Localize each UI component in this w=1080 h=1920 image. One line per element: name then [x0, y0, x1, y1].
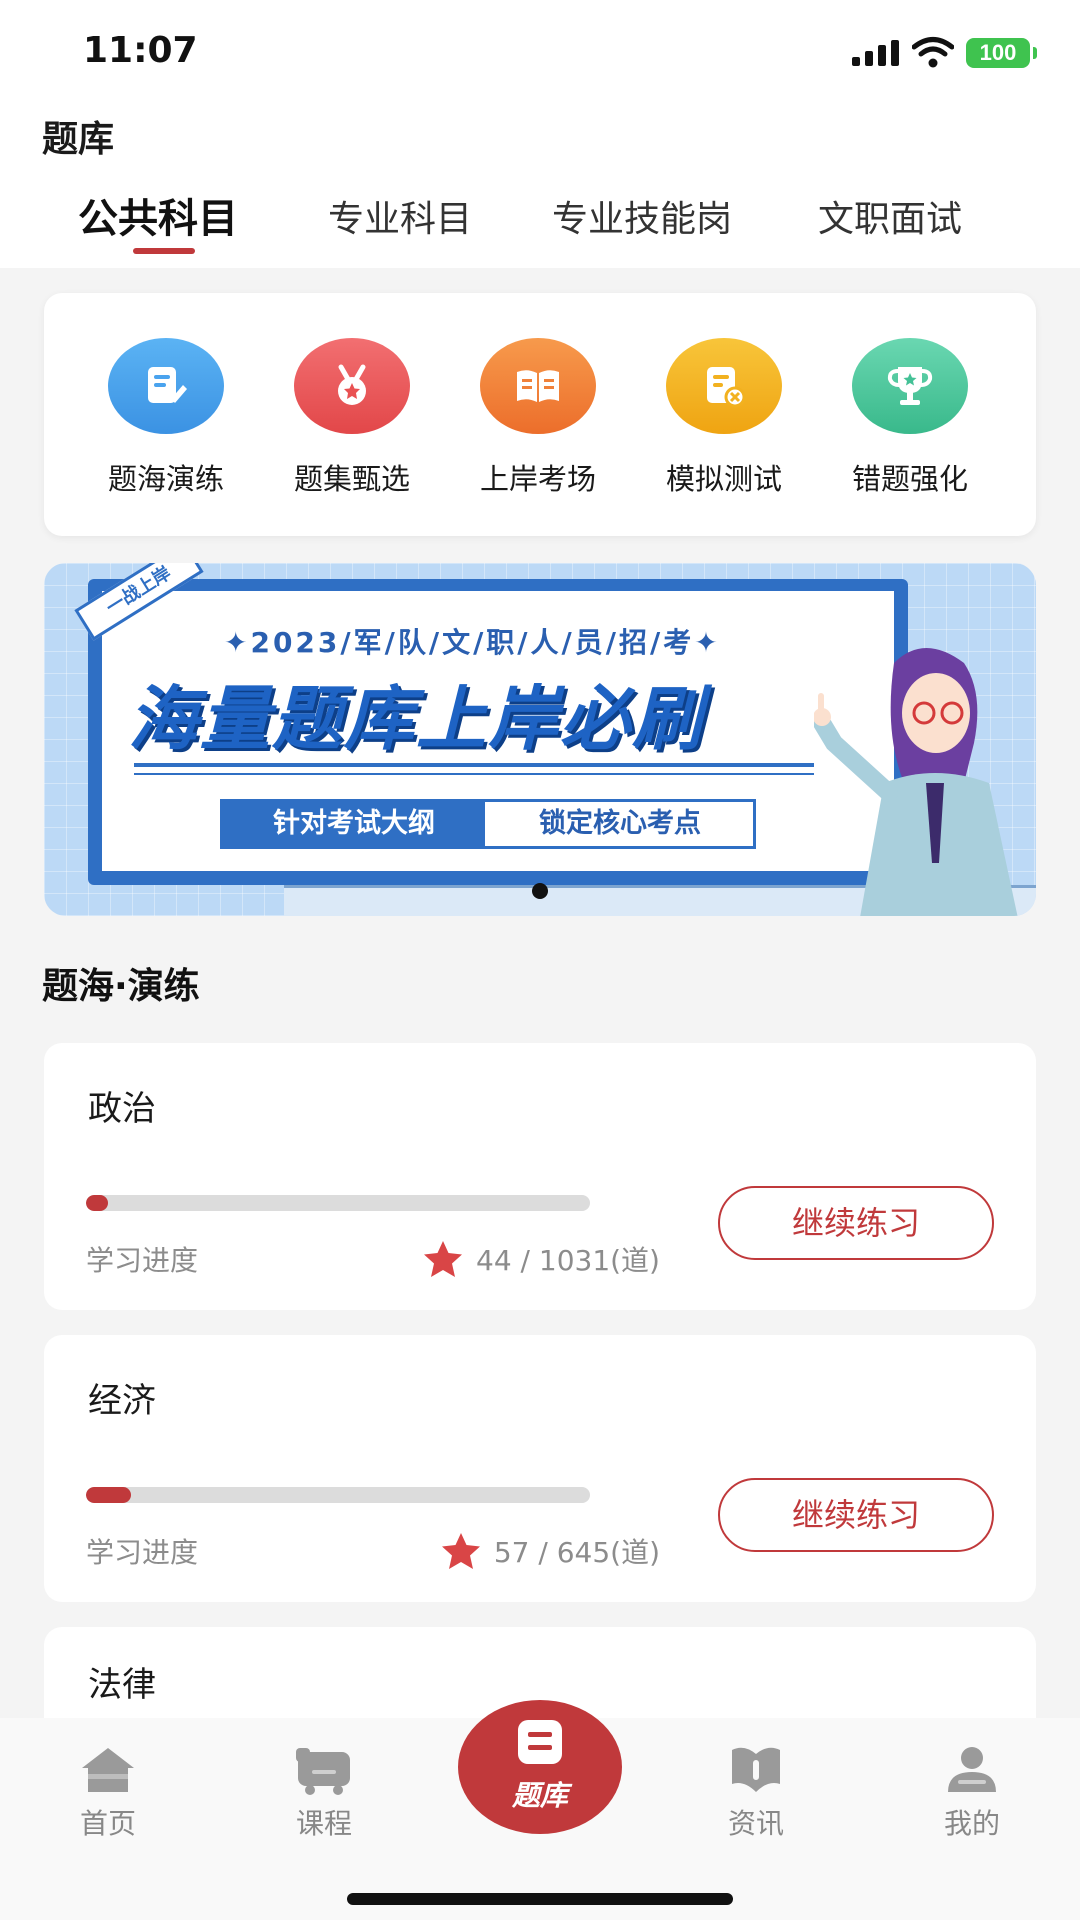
profile-icon — [948, 1747, 996, 1792]
course-icon — [296, 1748, 350, 1795]
nav-news[interactable]: 资讯 — [696, 1744, 816, 1842]
banner-tag: 锁定核心考点 — [539, 808, 701, 839]
battery-tip — [1033, 47, 1037, 59]
progress-label: 学习进度 — [86, 1244, 199, 1277]
open-book-icon — [480, 338, 596, 434]
progress-count-text: 44 / 1031(道) — [476, 1244, 660, 1277]
active-tab-indicator — [133, 248, 195, 254]
continue-practice-button[interactable]: 继续练习 — [718, 1478, 994, 1552]
subject-name: 政治 — [88, 1089, 156, 1129]
banner-tag: 针对考试大纲 — [223, 802, 485, 846]
edit-note-icon — [108, 338, 224, 434]
nav-label: 首页 — [79, 1807, 136, 1840]
progress-bar — [86, 1487, 590, 1503]
feature-card: 题海演练 题集甄选 上岸考场 模拟测试 错题强化 — [44, 293, 1036, 536]
feature-label: 模拟测试 — [665, 462, 782, 496]
page-title: 题库 — [42, 119, 115, 160]
carousel-indicator[interactable] — [532, 883, 548, 899]
feature-label: 题集甄选 — [293, 462, 410, 496]
nav-label: 课程 — [295, 1807, 352, 1840]
nav-profile[interactable]: 我的 — [912, 1744, 1032, 1842]
star-icon — [424, 1241, 463, 1277]
progress-label: 学习进度 — [86, 1536, 199, 1569]
teacher-illustration — [814, 648, 1018, 916]
nav-label: 我的 — [943, 1807, 1000, 1840]
tab-civil-interview[interactable]: 文职面试 — [818, 190, 962, 242]
nav-label: 题库 — [511, 1779, 568, 1812]
feature-question-selection[interactable]: 题集甄选 — [272, 338, 432, 498]
nav-courses[interactable]: 课程 — [264, 1744, 384, 1842]
progress-fill — [86, 1195, 108, 1211]
tab-bar: 公共科目 专业科目 专业技能岗 文职面试 — [0, 190, 1080, 268]
banner-subtitle: ✦2023/军/队/文/职/人/员/招/考✦ — [224, 626, 721, 659]
progress-count: 57 / 645(道) — [440, 1531, 660, 1571]
feature-question-practice[interactable]: 题海演练 — [86, 338, 246, 498]
medal-icon — [294, 338, 410, 434]
subject-card-economics[interactable]: 经济 学习进度 57 / 645(道) 继续练习 — [44, 1335, 1036, 1602]
progress-count-text: 57 / 645(道) — [493, 1536, 660, 1569]
status-time: 11:07 — [83, 30, 198, 71]
nav-question-bank[interactable]: 题库 — [458, 1700, 622, 1834]
banner-divider — [134, 763, 814, 767]
progress-bar — [86, 1195, 590, 1211]
nav-home[interactable]: 首页 — [48, 1744, 168, 1842]
subject-name: 法律 — [88, 1665, 156, 1705]
bottom-nav: 首页 课程 题库 资讯 我的 — [0, 1700, 1080, 1920]
feature-label: 错题强化 — [851, 462, 968, 496]
feature-mock-test[interactable]: 模拟测试 — [644, 338, 804, 498]
banner-tag-box: 针对考试大纲 锁定核心考点 — [220, 799, 756, 849]
progress-count: 44 / 1031(道) — [422, 1239, 660, 1279]
feature-label: 上岸考场 — [479, 462, 596, 496]
signal-icon — [852, 40, 899, 66]
section-title: 题海·演练 — [42, 966, 200, 1007]
feature-mistake-review[interactable]: 错题强化 — [830, 338, 990, 498]
tab-public-subjects[interactable]: 公共科目 — [78, 186, 238, 244]
banner-divider — [134, 773, 814, 775]
subject-name: 经济 — [88, 1381, 156, 1421]
news-icon — [732, 1747, 780, 1792]
header: 题库 公共科目 专业科目 专业技能岗 文职面试 — [0, 100, 1080, 268]
feature-exam-room[interactable]: 上岸考场 — [458, 338, 618, 498]
subject-card-politics[interactable]: 政治 学习进度 44 / 1031(道) 继续练习 — [44, 1043, 1036, 1310]
battery-icon: 100 — [966, 38, 1030, 68]
feature-label: 题海演练 — [107, 462, 224, 496]
nav-label: 资讯 — [727, 1807, 784, 1840]
test-paper-icon — [666, 338, 782, 434]
tab-professional-skills[interactable]: 专业技能岗 — [552, 190, 732, 242]
tab-professional-subjects[interactable]: 专业科目 — [328, 190, 472, 242]
home-icon — [82, 1748, 134, 1792]
banner-headline: 海量题库上岸必刷 — [128, 678, 704, 760]
continue-practice-button[interactable]: 继续练习 — [718, 1186, 994, 1260]
progress-fill — [86, 1487, 131, 1503]
status-bar: 11:07 100 — [0, 0, 1080, 100]
question-bank-icon — [518, 1720, 562, 1764]
star-icon — [441, 1533, 480, 1569]
trophy-icon — [852, 338, 968, 434]
wifi-icon — [912, 37, 954, 68]
promo-banner[interactable]: 一战上岸 ✦2023/军/队/文/职/人/员/招/考✦ 海量题库上岸必刷 针对考… — [44, 563, 1036, 916]
home-indicator — [347, 1893, 733, 1905]
